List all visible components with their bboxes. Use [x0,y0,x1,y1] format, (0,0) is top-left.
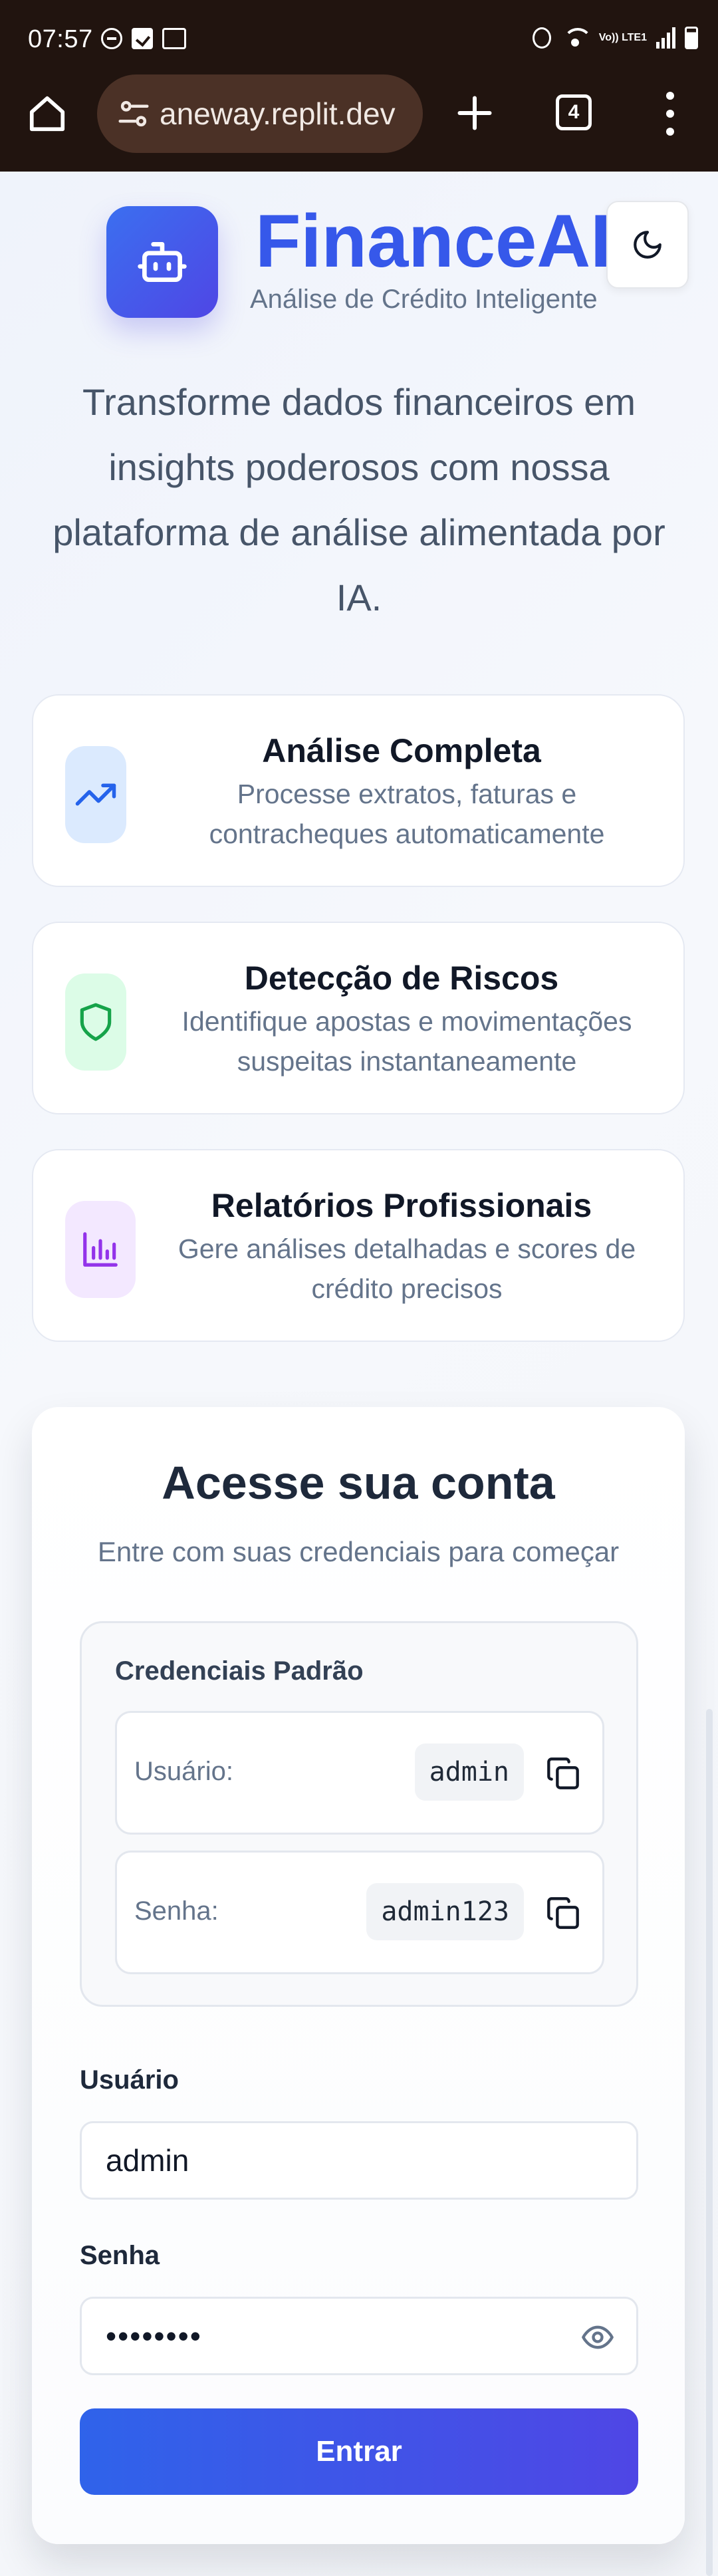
wifi-icon [560,27,592,49]
password-label: Senha [80,2241,160,2270]
url-text[interactable]: aneway.replit.dev [160,96,406,132]
tab-switcher-button[interactable]: 4 [556,94,592,130]
shield-icon [80,1003,112,1041]
moon-icon [634,231,661,259]
login-title: Acesse sua conta [162,1457,555,1509]
menu-dot-icon [666,110,674,118]
copy-password-button[interactable] [542,1892,584,1934]
password-masked-value: •••••••• [106,2319,202,2353]
alarm-icon [532,27,551,49]
signal-icon [656,27,675,49]
feature-card-risk: Detecção de Riscos Identifique apostas e… [32,922,685,1114]
feature-card-reports: Relatórios Profissionais Gere análises d… [32,1149,685,1342]
browser-menu-button[interactable] [657,92,683,136]
show-password-button[interactable] [578,2317,618,2357]
battery-icon [685,27,698,49]
username-label: Usuário [80,2065,179,2095]
copy-icon [547,1897,579,1929]
check-notification-icon [132,28,153,49]
browser-chrome: 07:57 Vo)) LTE1 aneway.replit.dev 4 [0,0,718,172]
feature-icon-container [65,973,126,1071]
default-username-row: Usuário: admin [115,1711,604,1835]
brand-tagline: Análise de Crédito Inteligente [250,285,598,314]
password-input[interactable]: •••••••• [80,2297,638,2375]
login-card: Acesse sua conta Entre com suas credenci… [32,1407,685,2544]
username-input[interactable]: admin [80,2121,638,2200]
bar-chart-icon [83,1232,118,1267]
status-notifications [101,28,186,49]
default-password-row: Senha: admin123 [115,1851,604,1974]
home-icon [29,96,65,132]
status-system-icons: Vo)) LTE1 [532,27,698,49]
default-credentials-box: Credenciais Padrão Usuário: admin Senha:… [80,1621,638,2007]
home-button[interactable] [27,93,68,134]
default-username-value: admin [414,1743,524,1801]
feature-icon-container [65,1201,136,1298]
hero-description: Transforme dados financeiros em insights… [53,381,665,618]
menu-dot-icon [666,128,674,136]
copy-username-button[interactable] [542,1753,584,1794]
bot-icon [138,242,187,282]
theme-toggle-button[interactable] [606,201,689,289]
cast-notification-icon [162,28,186,49]
status-time: 07:57 [28,25,93,53]
default-password-label: Senha: [134,1896,219,1926]
site-settings-icon[interactable] [116,96,152,132]
feature-description: Gere análises detalhadas e scores de cré… [178,1233,636,1304]
feature-description: Processe extratos, faturas e contrachequ… [209,779,605,849]
copy-icon [547,1757,579,1789]
login-submit-button[interactable]: Entrar [80,2408,638,2495]
feature-card-analysis: Análise Completa Processe extratos, fatu… [32,694,685,887]
new-tab-button[interactable] [455,93,495,133]
login-subtitle: Entre com suas credenciais para começar [97,1536,620,1567]
feature-description: Identifique apostas e movimentações susp… [181,1006,632,1077]
brand-logo [106,206,218,318]
feature-title: Detecção de Riscos [244,960,559,997]
menu-dot-icon [666,92,674,100]
eye-icon [582,2325,614,2349]
trending-up-icon [75,783,116,806]
address-bar[interactable]: aneway.replit.dev [97,74,423,153]
default-username-label: Usuário: [134,1757,233,1786]
page-scrollbar[interactable] [706,1709,713,2576]
do-not-disturb-icon [101,28,122,49]
network-type-label: Vo)) LTE1 [598,32,647,43]
plus-icon [457,96,492,130]
default-credentials-title: Credenciais Padrão [115,1656,364,1686]
default-password-value: admin123 [366,1883,524,1940]
feature-title: Análise Completa [262,732,541,769]
brand-name: FinanceAI [255,198,611,285]
feature-icon-container [65,746,126,843]
feature-title: Relatórios Profissionais [211,1187,592,1224]
